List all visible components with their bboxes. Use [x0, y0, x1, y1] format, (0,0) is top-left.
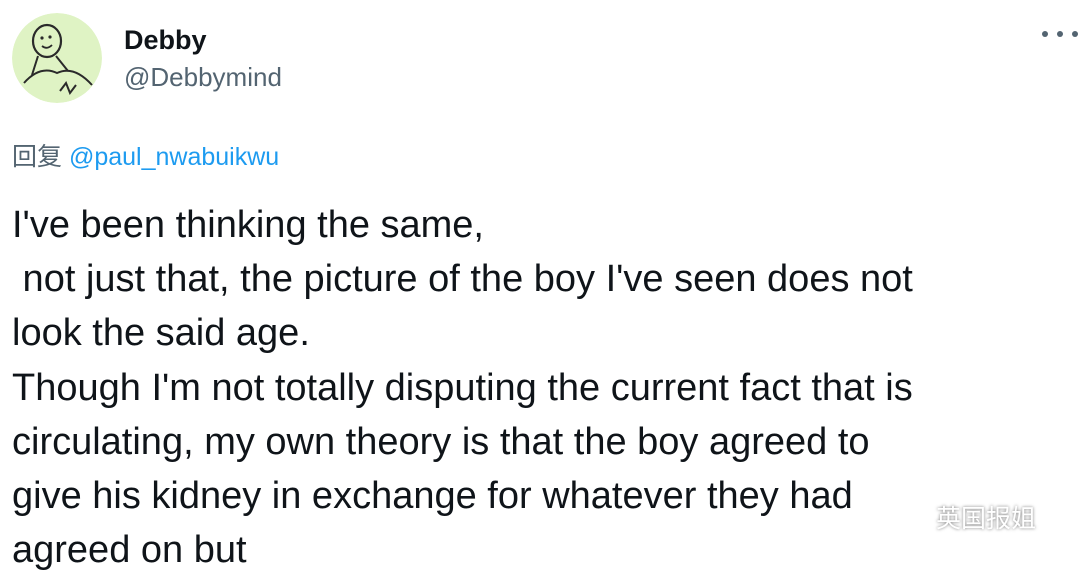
reply-prefix: 回复 — [12, 143, 63, 171]
tweet-line: circulating, my own theory is that the b… — [12, 420, 870, 463]
tweet-line: Though I'm not totally disputing the cur… — [12, 366, 913, 409]
more-options-button[interactable] — [1042, 20, 1078, 48]
more-horizontal-icon — [1042, 31, 1048, 37]
author-handle[interactable]: @Debbymind — [124, 60, 282, 94]
smiley-doodle-avatar-icon — [12, 13, 102, 103]
tweet-line: not just that, the picture of the boy I'… — [12, 258, 913, 301]
more-dot — [1072, 31, 1078, 37]
avatar[interactable] — [12, 13, 102, 103]
more-dot — [1057, 31, 1063, 37]
author-display-name[interactable]: Debby — [124, 22, 207, 58]
wechat-icon — [896, 505, 929, 531]
tweet-line: look the said age. — [12, 312, 310, 355]
tweet-line: I've been thinking the same, — [12, 204, 484, 246]
watermark: 英国报姐 — [896, 502, 1036, 536]
reply-context: 回复 @paul_nwabuikwu — [12, 140, 279, 174]
reply-mention-link[interactable]: @paul_nwabuikwu — [69, 143, 279, 171]
watermark-text: 英国报姐 — [936, 505, 1037, 533]
